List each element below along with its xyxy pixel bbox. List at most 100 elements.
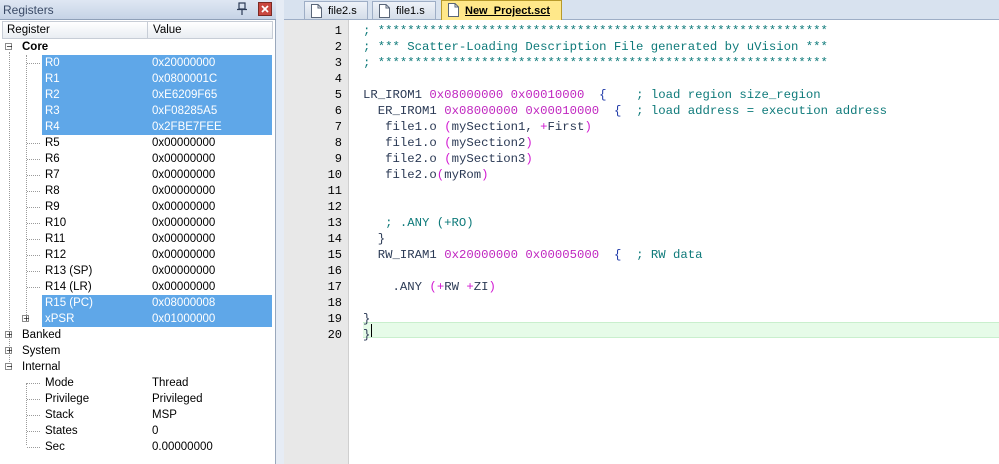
tree-node-core[interactable]: − Core — [0, 39, 272, 55]
register-row[interactable]: R10 0x00000000 — [0, 215, 272, 231]
register-name: R12 — [45, 249, 67, 261]
code-line[interactable]: ER_IROM1 0x08000000 0x00010000 { ; load … — [363, 103, 887, 119]
register-name: R13 (SP) — [45, 265, 93, 277]
register-name: R4 — [45, 121, 60, 133]
registers-titlebar: Registers — [0, 0, 276, 20]
code-line[interactable]: file2.o(myRom) — [363, 167, 488, 183]
tree-branch — [27, 383, 40, 384]
register-row[interactable]: R3 0xF08285A5 — [0, 103, 272, 119]
tree-branch — [27, 191, 40, 192]
code-line[interactable]: file1.o (mySection2) — [363, 135, 533, 151]
register-row[interactable]: R14 (LR) 0x00000000 — [0, 279, 272, 295]
tree-branch — [27, 287, 40, 288]
expand-icon[interactable]: + — [22, 315, 30, 323]
register-name: R6 — [45, 153, 60, 165]
register-row[interactable]: R6 0x00000000 — [0, 151, 272, 167]
column-register[interactable]: Register — [7, 24, 50, 36]
register-row[interactable]: R12 0x00000000 — [0, 247, 272, 263]
register-row[interactable]: R2 0xE6209F65 — [0, 87, 272, 103]
line-number: 6 — [334, 104, 342, 118]
register-value[interactable]: 0x0800001C — [152, 71, 217, 87]
register-row[interactable]: R13 (SP) 0x00000000 — [0, 263, 272, 279]
internal-row[interactable]: Stack MSP — [0, 407, 272, 423]
register-row[interactable]: R1 0x0800001C — [0, 71, 272, 87]
register-value[interactable]: 0x00000000 — [152, 151, 215, 167]
column-divider[interactable] — [147, 22, 148, 38]
register-row[interactable]: R0 0x20000000 — [0, 55, 272, 71]
register-value[interactable]: 0x00000000 — [152, 167, 215, 183]
tab-label: file2.s — [328, 5, 357, 17]
collapse-icon[interactable]: − — [5, 363, 13, 371]
register-value[interactable]: 0xF08285A5 — [152, 103, 217, 119]
code-line[interactable]: ; *** Scatter-Loading Description File g… — [363, 39, 828, 55]
register-value[interactable]: 0x00000000 — [152, 199, 215, 215]
splitter[interactable] — [276, 0, 284, 464]
internal-name: Sec — [45, 441, 65, 453]
tab-file1-s[interactable]: file1.s — [372, 1, 436, 19]
code-line[interactable]: } — [363, 311, 370, 327]
tab-new-project-sct[interactable]: New_Project.sct — [441, 0, 562, 20]
register-row[interactable]: R5 0x00000000 — [0, 135, 272, 151]
register-value[interactable]: 0x2FBE7FEE — [152, 119, 222, 135]
register-row[interactable]: R7 0x00000000 — [0, 167, 272, 183]
code-line[interactable]: file1.o (mySection1, +First) — [363, 119, 592, 135]
line-number: 4 — [334, 72, 342, 86]
code-line[interactable]: ; **************************************… — [363, 23, 828, 39]
document-icon — [311, 4, 322, 18]
register-row[interactable]: R9 0x00000000 — [0, 199, 272, 215]
tab-file2-s[interactable]: file2.s — [304, 1, 368, 19]
internal-name: Mode — [45, 377, 74, 389]
pin-icon[interactable] — [236, 2, 248, 16]
code-line[interactable]: .ANY (+RW +ZI) — [363, 279, 496, 295]
register-name: xPSR — [45, 313, 75, 325]
document-icon — [448, 3, 459, 17]
tree-branch — [27, 143, 40, 144]
tree-node-internal[interactable]: − Internal — [0, 359, 272, 375]
expand-icon[interactable]: + — [5, 331, 13, 339]
tree-node-banked[interactable]: + Banked — [0, 327, 272, 343]
code-line[interactable]: LR_IROM1 0x08000000 0x00010000 { ; load … — [363, 87, 821, 103]
code-line[interactable]: ; .ANY (+RO) — [363, 215, 474, 231]
register-name: R0 — [45, 57, 60, 69]
register-value[interactable]: 0x01000000 — [152, 311, 215, 327]
collapse-icon[interactable]: − — [5, 43, 13, 51]
register-row[interactable]: R11 0x00000000 — [0, 231, 272, 247]
internal-value: Thread — [152, 377, 189, 389]
internal-row[interactable]: Privilege Privileged — [0, 391, 272, 407]
internal-row[interactable]: Mode Thread — [0, 375, 272, 391]
code-line[interactable]: ; **************************************… — [363, 55, 828, 71]
register-value[interactable]: 0x00000000 — [152, 279, 215, 295]
tree-branch — [27, 175, 40, 176]
code-line[interactable]: RW_IRAM1 0x20000000 0x00005000 { ; RW da… — [363, 247, 703, 263]
code-line[interactable]: } — [363, 231, 385, 247]
text-caret — [371, 324, 372, 337]
register-value[interactable]: 0xE6209F65 — [152, 87, 217, 103]
code-line[interactable]: file2.o (mySection3) — [363, 151, 533, 167]
register-name: R15 (PC) — [45, 297, 93, 309]
column-value[interactable]: Value — [153, 24, 182, 36]
register-row[interactable]: R4 0x2FBE7FEE — [0, 119, 272, 135]
register-value[interactable]: 0x08000008 — [152, 295, 215, 311]
register-value[interactable]: 0x00000000 — [152, 215, 215, 231]
register-value[interactable]: 0x00000000 — [152, 183, 215, 199]
register-value[interactable]: 0x20000000 — [152, 55, 215, 71]
register-row[interactable]: R15 (PC) 0x08000008 — [0, 295, 272, 311]
register-value[interactable]: 0x00000000 — [152, 231, 215, 247]
internal-name: Privilege — [45, 393, 90, 405]
internal-row[interactable]: States 0 — [0, 423, 272, 439]
register-value[interactable]: 0x00000000 — [152, 135, 215, 151]
close-icon[interactable] — [258, 2, 272, 16]
register-row[interactable]: R8 0x00000000 — [0, 183, 272, 199]
line-number: 16 — [327, 264, 342, 278]
register-row[interactable]: + xPSR 0x01000000 — [0, 311, 272, 327]
internal-row[interactable]: Sec 0.00000000 — [0, 439, 272, 455]
register-name: R14 (LR) — [45, 281, 92, 293]
register-value[interactable]: 0x00000000 — [152, 247, 215, 263]
expand-icon[interactable]: + — [5, 347, 13, 355]
register-value[interactable]: 0x00000000 — [152, 263, 215, 279]
code-line[interactable]: } — [363, 327, 370, 343]
internal-name: Stack — [45, 409, 74, 421]
tree-node-system[interactable]: + System — [0, 343, 272, 359]
tree-branch — [27, 63, 40, 64]
line-number: 19 — [327, 312, 342, 326]
